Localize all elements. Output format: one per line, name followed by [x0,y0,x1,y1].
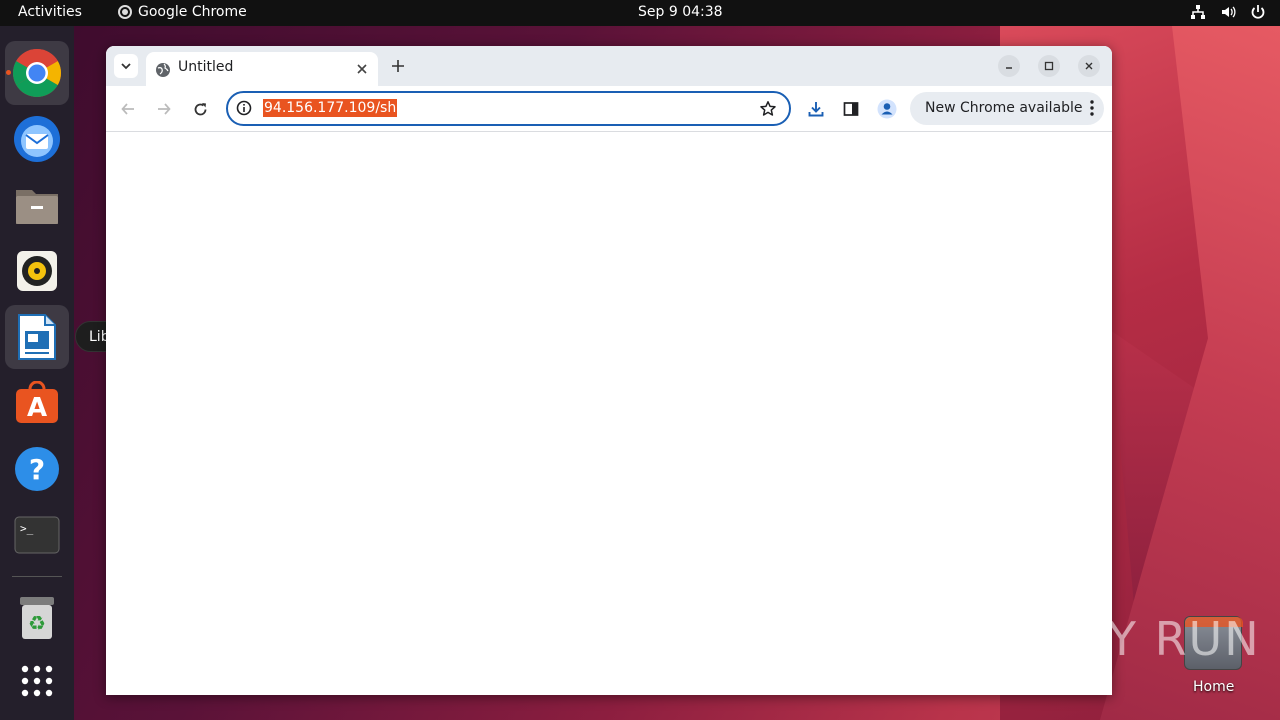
trash-icon: ♻ [20,597,54,639]
dock-libreoffice-writer[interactable] [5,305,69,369]
update-chip-label: New Chrome available [925,100,1083,116]
tab-strip: Untitled [106,46,1112,86]
dock-files[interactable] [5,173,69,237]
chrome-window: Untitled 94.156.177.109/sh New Chrome av… [106,46,1112,695]
svg-text:♻: ♻ [28,611,46,635]
back-button[interactable] [118,99,138,119]
reload-icon [194,102,206,115]
running-indicator [6,70,11,75]
clock[interactable]: Sep 9 04:38 [638,4,723,20]
close-icon [357,64,367,74]
watermark: ANY RUN [1038,612,1261,666]
arrow-left-icon [121,103,134,115]
svg-text:>_: >_ [20,522,34,535]
minimize-button[interactable] [998,55,1020,77]
dock-rhythmbox[interactable] [5,239,69,303]
maximize-button[interactable] [1038,55,1060,77]
profile-button[interactable] [876,98,898,120]
dock-chrome[interactable] [5,41,69,105]
activities-button[interactable]: Activities [18,4,82,20]
dock-terminal[interactable]: >_ [5,503,69,567]
profile-avatar-icon [877,99,897,119]
minimize-icon [1006,67,1012,69]
home-folder-label[interactable]: Home [1193,679,1234,695]
rhythmbox-icon [17,251,57,291]
close-icon [1085,62,1093,70]
files-icon [16,190,58,224]
download-icon [808,102,824,117]
reload-button[interactable] [190,99,210,119]
svg-text:?: ? [29,453,45,486]
writer-icon [18,314,56,360]
chrome-small-icon [118,5,132,19]
volume-icon[interactable] [1220,4,1236,20]
top-bar: Activities Google Chrome Sep 9 04:38 [0,0,1280,26]
kebab-menu-icon[interactable] [1090,100,1094,120]
bookmark-star-icon[interactable] [759,100,777,122]
help-icon: ? [15,447,59,491]
plus-icon [392,60,404,72]
dock-help[interactable]: ? [5,437,69,501]
side-panel-button[interactable] [840,98,862,120]
maximize-icon [1044,61,1054,71]
downloads-button[interactable] [805,98,827,120]
arrow-right-icon [158,103,171,115]
close-tab-button[interactable] [353,60,371,78]
close-window-button[interactable] [1078,55,1100,77]
app-grid-icon [21,665,53,697]
thunderbird-icon [14,116,60,162]
dock-trash[interactable]: ♻ [5,586,69,650]
tab-title: Untitled [178,59,234,75]
forward-button[interactable] [154,99,174,119]
app-menu-label: Google Chrome [138,4,247,20]
svg-text:A: A [27,393,47,423]
tab-search-button[interactable] [114,54,138,78]
dock-ubuntu-software[interactable]: A [5,371,69,435]
chevron-down-icon [121,63,131,70]
page-content[interactable] [106,132,1112,695]
dock: A ? >_ ♻ [0,26,74,720]
dock-separator [12,576,62,577]
chrome-icon [12,48,62,98]
side-panel-icon [843,102,859,116]
app-menu[interactable]: Google Chrome [118,4,247,20]
update-chrome-chip[interactable]: New Chrome available [910,92,1104,125]
url-text[interactable]: 94.156.177.109/sh [263,99,398,117]
tab-untitled[interactable]: Untitled [146,52,378,86]
site-info-icon[interactable] [236,100,252,120]
system-tray[interactable] [1190,4,1266,20]
show-applications-button[interactable] [5,649,69,713]
software-store-icon: A [16,381,58,423]
power-icon[interactable] [1250,4,1266,20]
toolbar: 94.156.177.109/sh New Chrome available [106,86,1112,132]
terminal-icon: >_ [14,516,60,554]
new-tab-button[interactable] [388,56,408,76]
globe-icon [156,63,170,77]
network-icon[interactable] [1190,4,1206,20]
dock-thunderbird[interactable] [5,107,69,171]
address-bar[interactable]: 94.156.177.109/sh [226,91,791,126]
